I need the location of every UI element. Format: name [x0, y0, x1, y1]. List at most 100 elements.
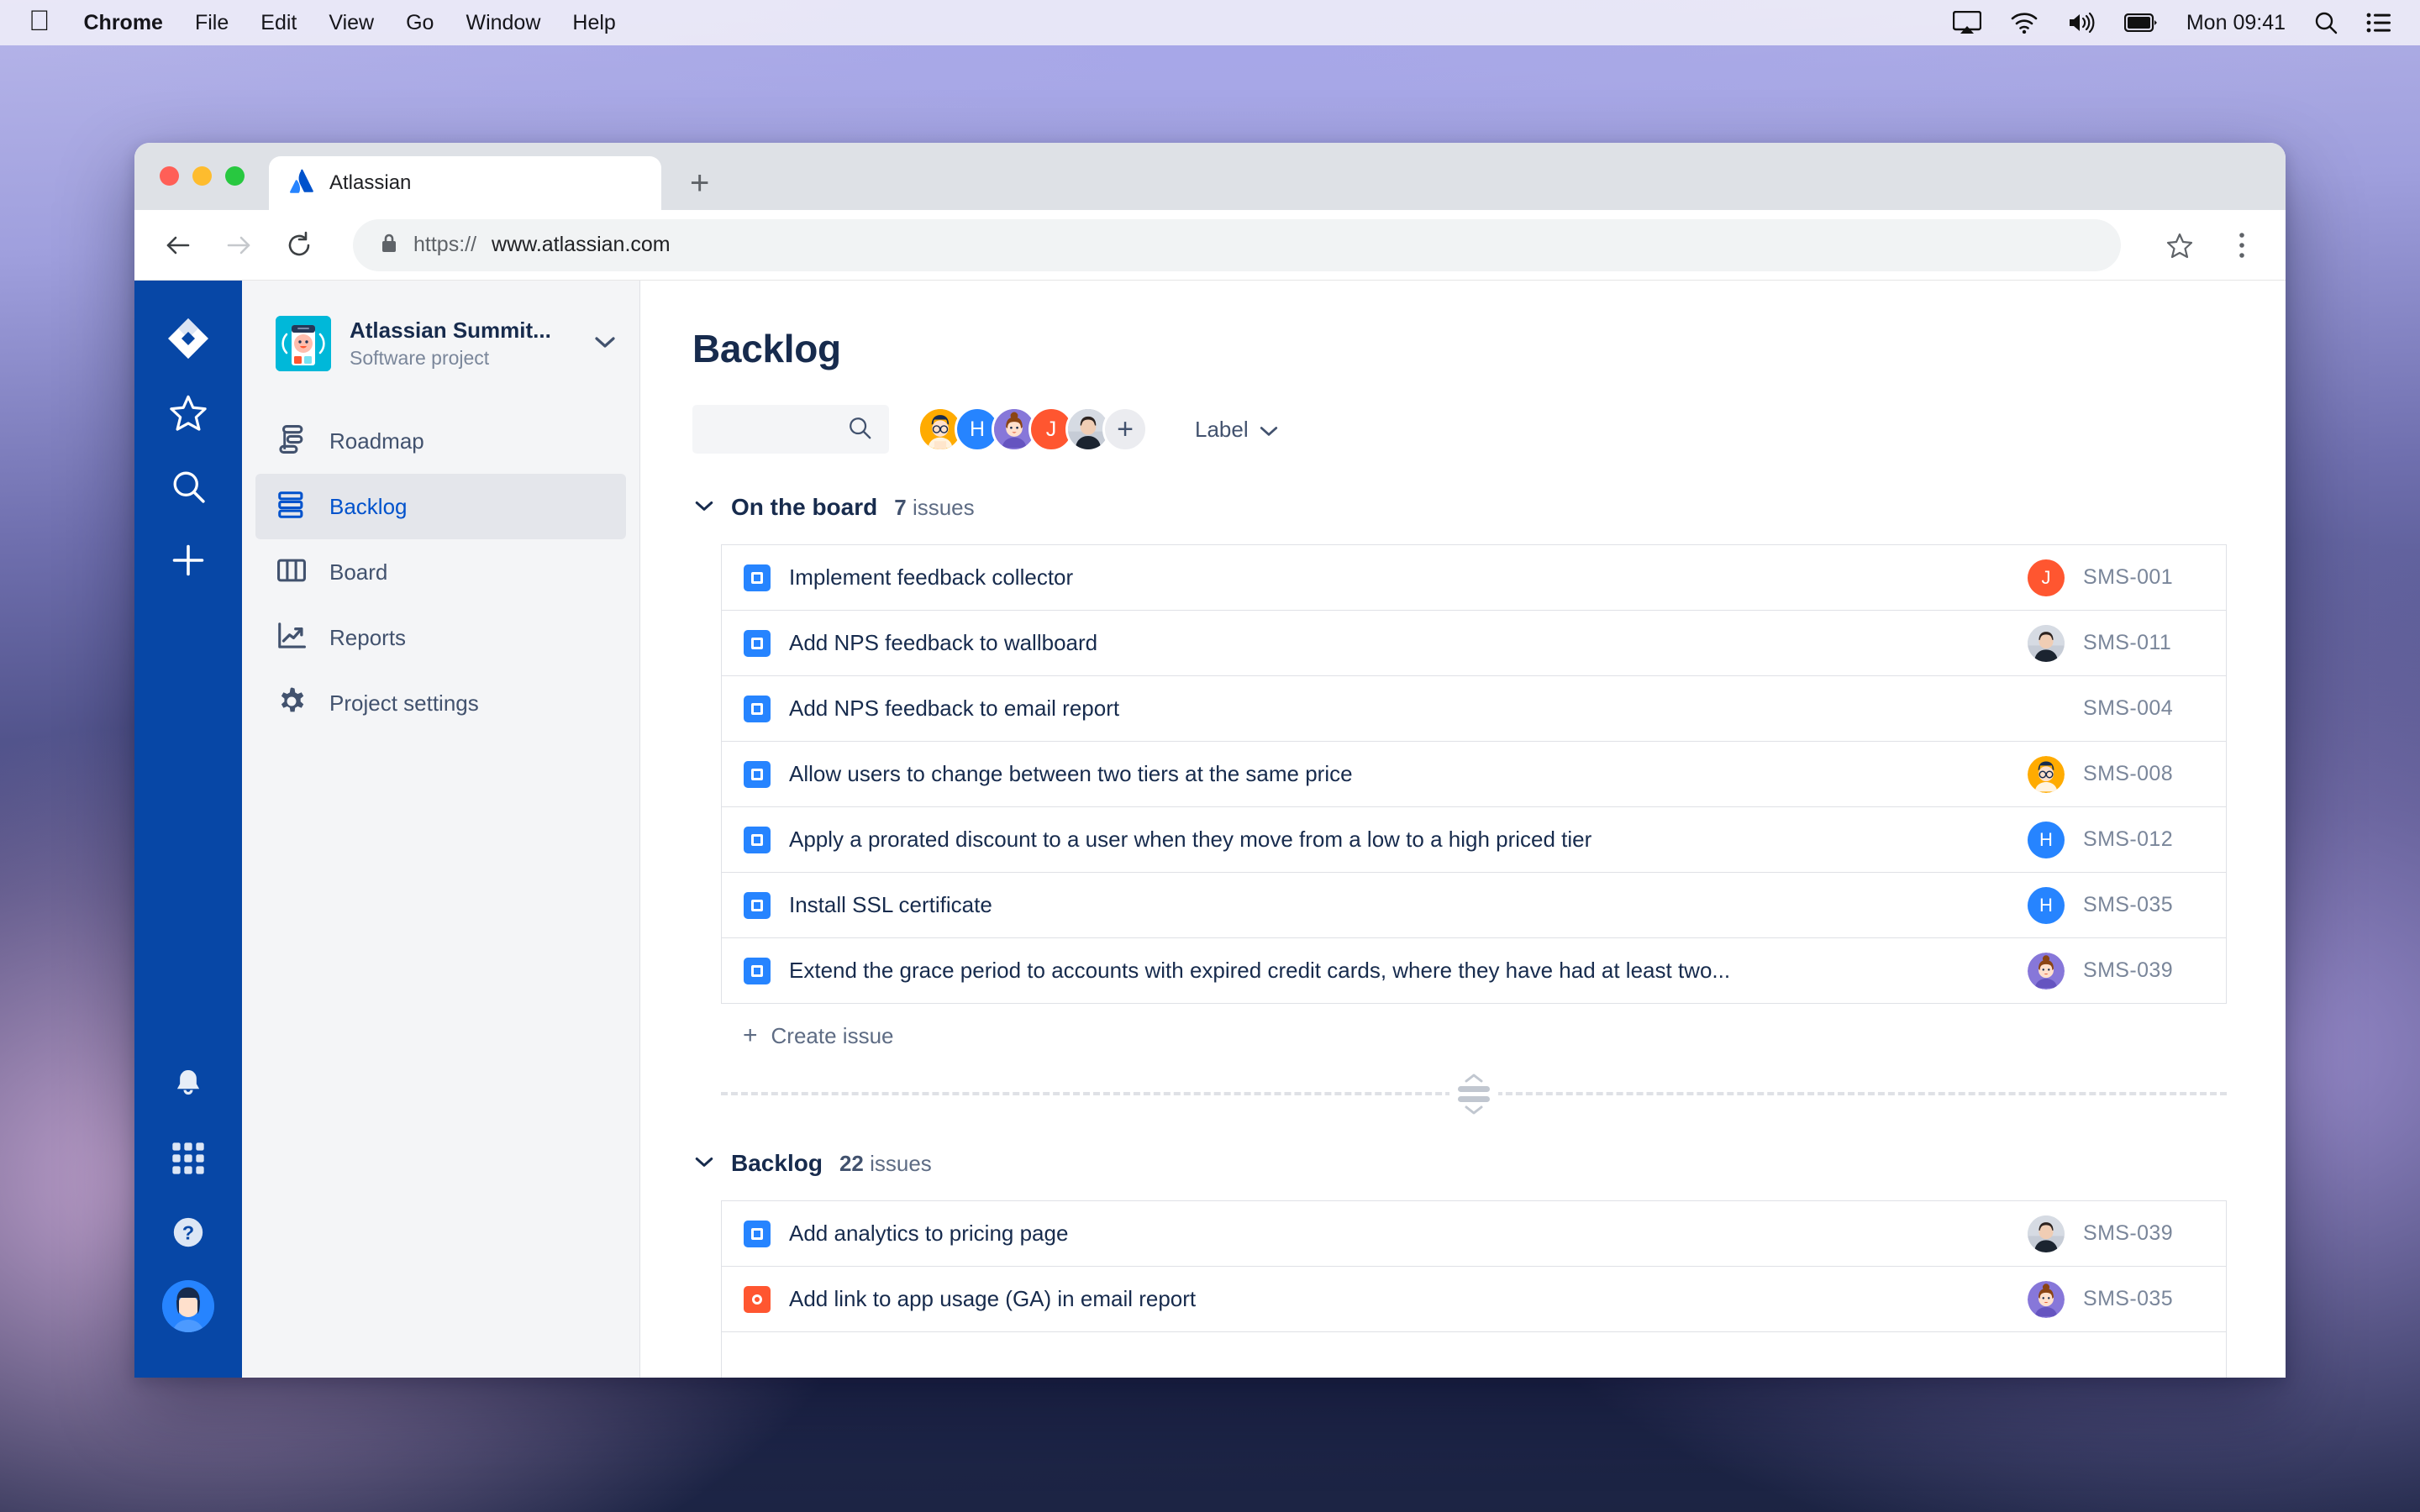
maximize-window-button[interactable] — [225, 166, 245, 186]
close-window-button[interactable] — [160, 166, 179, 186]
volume-icon[interactable] — [2067, 12, 2096, 34]
reports-icon — [276, 620, 308, 656]
issue-assignee-avatar[interactable]: J — [2028, 559, 2065, 596]
table-row[interactable]: Extend the grace period to accounts with… — [722, 938, 2226, 1004]
back-arrow-icon[interactable] — [160, 227, 197, 264]
chevron-down-icon[interactable] — [694, 1156, 714, 1172]
issue-assignee-avatar[interactable] — [2028, 952, 2065, 990]
splitter-handle[interactable] — [1449, 1072, 1498, 1116]
project-switcher[interactable]: Atlassian Summit... Software project — [242, 316, 639, 371]
issue-key: SMS-039 — [2083, 1221, 2174, 1245]
gear-icon — [276, 685, 308, 722]
app-switcher-icon[interactable] — [157, 1127, 219, 1189]
apple-logo-icon[interactable]:  — [29, 7, 50, 35]
section-splitter[interactable] — [721, 1068, 2227, 1120]
issue-meta: H SMS-035 — [2028, 886, 2207, 924]
table-row[interactable]: Implement feedback collector J SMS-001 — [722, 545, 2226, 611]
search-icon[interactable] — [157, 455, 219, 517]
forward-arrow-icon[interactable] — [220, 227, 257, 264]
menu-item-file[interactable]: File — [195, 11, 229, 35]
kebab-menu-icon[interactable] — [2223, 227, 2260, 264]
reload-icon[interactable] — [281, 227, 318, 264]
address-bar[interactable]: https:// www.atlassian.com — [353, 218, 2121, 271]
url-scheme: https:// — [413, 233, 477, 256]
section-count-suffix: issues — [870, 1151, 932, 1176]
control-center-icon[interactable] — [2366, 13, 2391, 33]
table-row[interactable]: Add NPS feedback to email report SMS-004 — [722, 676, 2226, 742]
issue-assignee-avatar[interactable] — [2028, 1215, 2065, 1252]
issue-key: SMS-035 — [2083, 1287, 2174, 1310]
backlog-icon — [276, 489, 308, 525]
issue-assignee-avatar-empty[interactable] — [2028, 690, 2065, 727]
issue-title: Install SSL certificate — [789, 892, 992, 917]
plus-icon[interactable] — [157, 529, 219, 591]
new-tab-button[interactable]: + — [690, 166, 709, 200]
table-row[interactable]: Add analytics to pricing page SMS-039 — [722, 1201, 2226, 1267]
issue-assignee-avatar[interactable] — [2028, 624, 2065, 662]
story-type-icon — [744, 760, 771, 788]
plus-icon: + — [743, 1021, 758, 1049]
story-type-icon — [744, 564, 771, 591]
help-icon[interactable]: ? — [157, 1201, 219, 1263]
chevron-down-icon[interactable] — [594, 335, 616, 353]
label-filter-text: Label — [1195, 416, 1249, 442]
issue-assignee-avatar[interactable]: H — [2028, 821, 2065, 858]
sidebar-item-roadmap[interactable]: Roadmap — [255, 408, 626, 474]
issue-meta: SMS-039 — [2028, 952, 2207, 990]
backlog-main: Backlog H J + Label On the board 7 issue… — [640, 281, 2286, 1378]
svg-text:?: ? — [182, 1221, 194, 1243]
lock-icon — [380, 232, 398, 258]
section-name: On the board — [731, 494, 878, 520]
sidebar-item-label: Roadmap — [329, 428, 424, 454]
browser-tab-atlassian[interactable]: Atlassian — [269, 156, 661, 210]
airplay-icon[interactable] — [1952, 11, 1981, 34]
jira-logo-icon[interactable] — [157, 307, 219, 370]
board-icon — [276, 554, 308, 591]
section-header-on-the-board[interactable]: On the board 7 issues — [692, 494, 2227, 521]
sidebar-item-project-settings[interactable]: Project settings — [255, 670, 626, 736]
table-row[interactable]: Allow users to change between two tiers … — [722, 742, 2226, 807]
issue-title: Apply a prorated discount to a user when… — [789, 827, 1592, 852]
issue-assignee-avatar[interactable] — [2028, 755, 2065, 793]
bell-icon[interactable] — [157, 1053, 219, 1116]
battery-icon[interactable] — [2123, 13, 2158, 32]
wifi-icon[interactable] — [2010, 12, 2039, 34]
menu-item-edit[interactable]: Edit — [260, 11, 297, 35]
table-row[interactable] — [722, 1332, 2226, 1378]
issue-key: SMS-008 — [2083, 762, 2174, 785]
star-outline-icon[interactable] — [2161, 227, 2198, 264]
issue-assignee-avatar[interactable] — [2028, 1280, 2065, 1318]
issue-title: Add link to app usage (GA) in email repo… — [789, 1286, 1197, 1311]
section-count: 22 issues — [839, 1151, 932, 1177]
issue-assignee-avatar[interactable]: H — [2028, 886, 2065, 924]
search-input[interactable] — [692, 405, 889, 454]
menu-item-window[interactable]: Window — [466, 11, 540, 35]
menu-item-help[interactable]: Help — [572, 11, 615, 35]
section-header-backlog[interactable]: Backlog 22 issues — [692, 1150, 2227, 1177]
table-row[interactable]: Install SSL certificate H SMS-035 — [722, 873, 2226, 938]
star-icon[interactable] — [157, 381, 219, 444]
add-assignee-button[interactable]: + — [1102, 407, 1148, 452]
sidebar-item-board[interactable]: Board — [255, 539, 626, 605]
issue-title: Implement feedback collector — [789, 564, 1074, 590]
table-row[interactable]: Add NPS feedback to wallboard SMS-011 — [722, 611, 2226, 676]
issue-title: Add NPS feedback to email report — [789, 696, 1120, 721]
menu-item-go[interactable]: Go — [406, 11, 434, 35]
story-type-icon — [744, 1220, 771, 1247]
roadmap-icon — [276, 423, 308, 459]
sidebar-item-label: Backlog — [329, 493, 408, 519]
label-filter-dropdown[interactable]: Label — [1195, 417, 1279, 443]
chevron-down-icon — [1465, 1105, 1483, 1114]
menu-item-view[interactable]: View — [329, 11, 374, 35]
chevron-down-icon — [1259, 417, 1279, 443]
table-row[interactable]: Add link to app usage (GA) in email repo… — [722, 1267, 2226, 1332]
create-issue-button[interactable]: + Create issue — [721, 1004, 2227, 1068]
sidebar-item-backlog[interactable]: Backlog — [255, 474, 626, 539]
table-row[interactable]: Apply a prorated discount to a user when… — [722, 807, 2226, 873]
search-icon[interactable] — [2314, 11, 2338, 34]
minimize-window-button[interactable] — [192, 166, 212, 186]
profile-avatar[interactable] — [157, 1275, 219, 1337]
chevron-down-icon[interactable] — [694, 500, 714, 516]
menu-item-chrome[interactable]: Chrome — [84, 11, 163, 35]
sidebar-item-reports[interactable]: Reports — [255, 605, 626, 670]
